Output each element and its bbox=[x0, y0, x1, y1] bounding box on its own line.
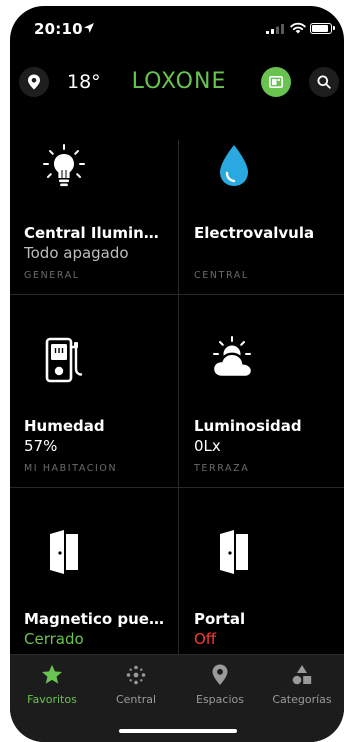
tab-label: Central bbox=[115, 693, 157, 706]
tile-status: 57% bbox=[24, 437, 58, 455]
tile-room: CENTRAL bbox=[194, 270, 249, 281]
search-button[interactable] bbox=[309, 67, 339, 97]
tile-title: Luminosidad bbox=[194, 417, 302, 435]
tab-label: Espacios bbox=[196, 693, 244, 706]
intercom-button[interactable] bbox=[261, 67, 291, 97]
tile-status: Cerrado bbox=[24, 630, 84, 648]
dots-grid-icon bbox=[126, 665, 146, 685]
tab-espacios[interactable]: Espacios bbox=[178, 663, 262, 706]
battery-icon bbox=[310, 23, 335, 34]
tile-status: Off bbox=[194, 630, 217, 648]
location-button[interactable] bbox=[19, 67, 49, 97]
tab-categorias[interactable]: Categorías bbox=[260, 663, 344, 706]
tile-title: Humedad bbox=[24, 417, 105, 435]
status-bar: 20:10 bbox=[10, 6, 344, 48]
tab-central[interactable]: Central bbox=[94, 663, 178, 706]
search-icon bbox=[317, 75, 331, 89]
tile-central-iluminacion[interactable]: Central Ilumin… Todo apagado GENERAL bbox=[10, 140, 177, 333]
tile-luminosidad[interactable]: Luminosidad 0Lx TERRAZA bbox=[180, 333, 344, 526]
tile-status: 0Lx bbox=[194, 437, 221, 455]
app-header: 18° LOXONE bbox=[10, 62, 344, 106]
grid-divider bbox=[178, 140, 179, 654]
panel-icon bbox=[269, 76, 283, 88]
tile-title: Central Ilumin… bbox=[24, 224, 159, 242]
tab-label: Categorías bbox=[272, 693, 332, 706]
phone-screen: 20:10 18° LOXONE Central Ilumin… Todo ap… bbox=[10, 6, 344, 742]
temperature-readout: 18° bbox=[67, 71, 101, 93]
tile-status: Todo apagado bbox=[24, 244, 129, 262]
door-icon bbox=[50, 530, 78, 574]
bottom-tab-bar: Favoritos Central Espacios Categorías bbox=[10, 654, 344, 742]
cellular-signal-icon bbox=[266, 24, 284, 34]
location-pin-icon bbox=[28, 74, 40, 90]
tile-electrovalvula[interactable]: Electrovalvula CENTRAL bbox=[180, 140, 344, 333]
tile-title: Magnetico pue… bbox=[24, 610, 164, 628]
shapes-icon bbox=[292, 665, 312, 685]
tab-favoritos[interactable]: Favoritos bbox=[10, 663, 94, 706]
door-icon bbox=[220, 530, 248, 574]
tile-room: MI HABITACION bbox=[24, 463, 118, 474]
status-time: 20:10 bbox=[34, 20, 83, 38]
tile-humedad[interactable]: Humedad 57% MI HABITACION bbox=[10, 333, 177, 526]
location-arrow-icon bbox=[84, 23, 94, 33]
humidity-sensor-icon bbox=[45, 337, 83, 383]
tile-title: Portal bbox=[194, 610, 246, 628]
tile-room: TERRAZA bbox=[194, 463, 250, 474]
tile-title: Electrovalvula bbox=[194, 224, 315, 242]
lightbulb-icon bbox=[43, 144, 85, 187]
home-indicator bbox=[119, 729, 237, 733]
brand-logo: LOXONE bbox=[131, 69, 227, 94]
location-pin-icon bbox=[212, 664, 228, 685]
tile-room: GENERAL bbox=[24, 270, 80, 281]
star-icon bbox=[42, 664, 62, 684]
tab-label: Favoritos bbox=[27, 693, 77, 706]
wifi-icon bbox=[290, 22, 306, 34]
water-drop-icon bbox=[220, 145, 248, 186]
sun-cloud-icon bbox=[211, 336, 254, 379]
